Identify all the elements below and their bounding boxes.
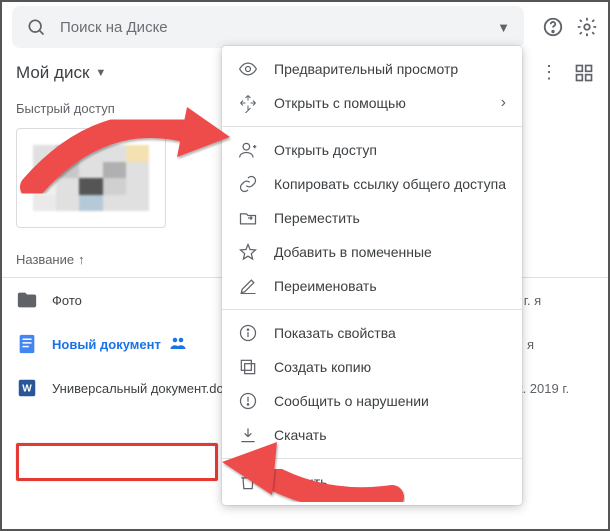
chevron-right-icon: › (501, 94, 506, 112)
shared-icon (169, 334, 187, 355)
move-icon (238, 208, 258, 228)
highlight-box (16, 443, 218, 481)
copy-icon (238, 357, 258, 377)
menu-download[interactable]: Скачать (222, 418, 522, 452)
pencil-icon (238, 276, 258, 296)
menu-copy[interactable]: Создать копию (222, 350, 522, 384)
open-with-icon (238, 93, 258, 113)
search-box[interactable]: Поиск на Диске ▼ (12, 6, 524, 48)
menu-star[interactable]: Добавить в помеченные (222, 235, 522, 269)
chevron-down-icon: ▼ (95, 67, 106, 79)
report-icon (238, 391, 258, 411)
quick-access-tile[interactable] (16, 128, 166, 228)
star-icon (238, 242, 258, 262)
menu-move[interactable]: Переместить (222, 201, 522, 235)
link-icon (238, 174, 258, 194)
menu-details[interactable]: Показать свойства (222, 316, 522, 350)
svg-text:W: W (22, 384, 32, 395)
person-add-icon (238, 140, 258, 160)
sort-arrow-icon: ↑ (78, 252, 85, 267)
word-icon: W (16, 377, 38, 399)
info-icon (238, 323, 258, 343)
docs-icon (16, 333, 38, 355)
menu-delete[interactable]: Удалить (222, 465, 522, 499)
menu-report[interactable]: Сообщить о нарушении (222, 384, 522, 418)
context-menu: Предварительный просмотр Открыть с помощ… (222, 46, 522, 505)
search-dropdown-icon[interactable]: ▼ (497, 20, 510, 35)
menu-open-with[interactable]: Открыть с помощью › (222, 86, 522, 120)
trash-icon (238, 472, 258, 492)
menu-preview[interactable]: Предварительный просмотр (222, 52, 522, 86)
more-icon[interactable]: ⋮ (540, 62, 558, 83)
download-icon (238, 425, 258, 445)
help-icon[interactable] (542, 16, 564, 38)
settings-icon[interactable] (576, 16, 598, 38)
breadcrumb-label: Мой диск (16, 63, 89, 83)
search-icon (26, 17, 46, 37)
folder-icon (16, 289, 38, 311)
search-placeholder: Поиск на Диске (60, 19, 497, 36)
grid-view-icon[interactable] (574, 63, 594, 83)
menu-copy-link[interactable]: Копировать ссылку общего доступа (222, 167, 522, 201)
breadcrumb[interactable]: Мой диск ▼ (16, 63, 106, 83)
menu-share[interactable]: Открыть доступ (222, 133, 522, 167)
menu-rename[interactable]: Переименовать (222, 269, 522, 303)
eye-icon (238, 59, 258, 79)
